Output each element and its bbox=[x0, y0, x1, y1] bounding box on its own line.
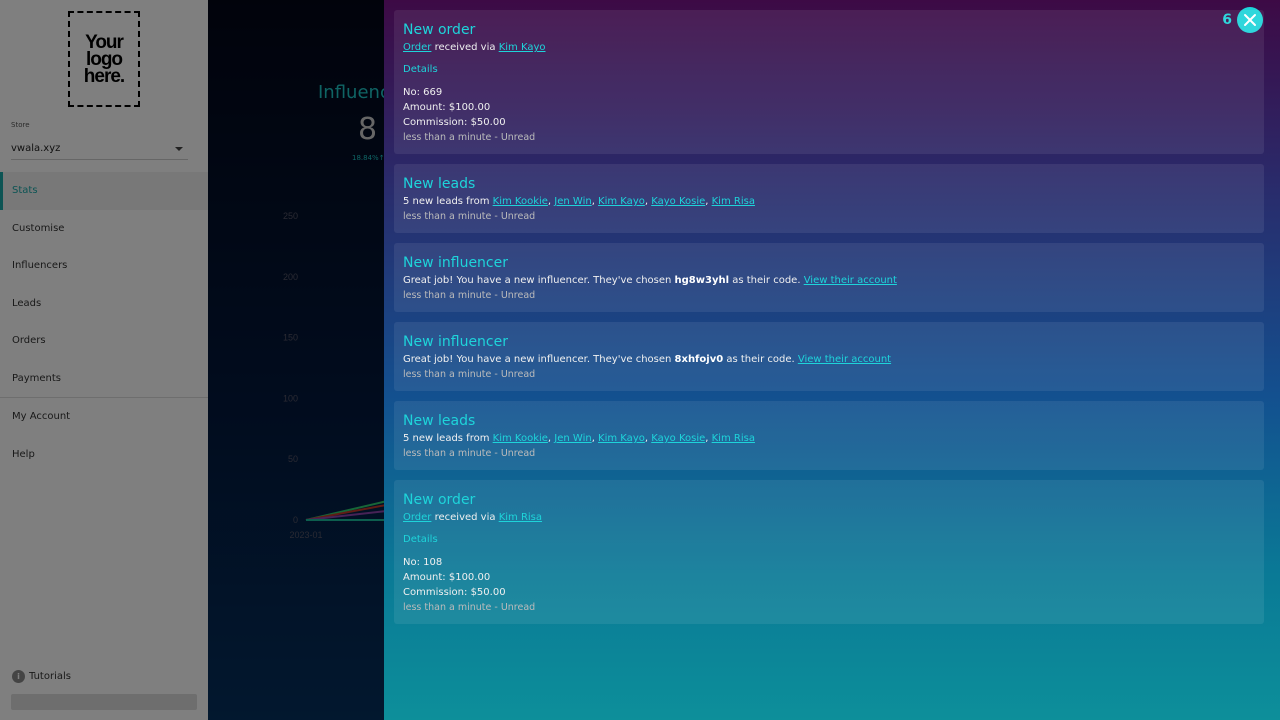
sidebar-item-label: Leads bbox=[12, 297, 42, 309]
sidebar-item-customise[interactable]: Customise bbox=[0, 210, 208, 248]
notification-text: 5 new leads from bbox=[403, 196, 493, 207]
sidebar-item-help[interactable]: Help bbox=[0, 436, 208, 474]
sidebar-item-my-account[interactable]: My Account bbox=[0, 398, 208, 436]
sidebar-item-payments[interactable]: Payments bbox=[0, 360, 208, 398]
notification-title: New influencer bbox=[403, 334, 508, 350]
y-tick-label: 100 bbox=[283, 393, 298, 403]
stat-delta: 18.84%↑ bbox=[352, 154, 385, 162]
lead-link[interactable]: Kim Kayo bbox=[598, 196, 645, 207]
sidebar-item-label: Customise bbox=[12, 222, 65, 234]
notification-text: as their code. bbox=[729, 275, 804, 286]
notification-title: New order bbox=[403, 492, 476, 508]
notification-meta: less than a minute - Unread bbox=[403, 602, 536, 613]
lead-link[interactable]: Kim Risa bbox=[712, 433, 755, 444]
notification-body: 5 new leads from Kim Kookie, Jen Win, Ki… bbox=[403, 433, 755, 444]
notification-meta: less than a minute - Unread bbox=[403, 211, 536, 222]
lead-link[interactable]: Kim Kookie bbox=[493, 196, 548, 207]
sidebar-item-leads[interactable]: Leads bbox=[0, 285, 208, 323]
notification-body: Order received via Kim Risa bbox=[403, 510, 1255, 525]
y-tick-label: 0 bbox=[293, 515, 298, 525]
notification-new-leads: New leads 5 new leads from Kim Kookie, J… bbox=[394, 401, 1264, 470]
lead-link[interactable]: Jen Win bbox=[554, 196, 591, 207]
influencer-link[interactable]: Kim Risa bbox=[499, 512, 542, 523]
notification-title: New order bbox=[403, 22, 476, 38]
notification-body: Great job! You have a new influencer. Th… bbox=[403, 273, 1255, 288]
sidebar-item-label: Payments bbox=[12, 372, 61, 384]
notification-body: Order received via Kim Kayo bbox=[403, 40, 1255, 55]
sidebar-nav: Stats Customise Influencers Leads Orders… bbox=[0, 172, 208, 473]
lead-link[interactable]: Kayo Kosie bbox=[651, 433, 705, 444]
notification-meta: less than a minute - Unread bbox=[403, 132, 536, 143]
notification-text: 5 new leads from bbox=[403, 433, 493, 444]
influencer-link[interactable]: Kim Kayo bbox=[499, 42, 546, 53]
y-tick-label: 150 bbox=[283, 333, 298, 343]
order-commission: Commission: $50.00 bbox=[403, 117, 506, 128]
order-amount: Amount: $100.00 bbox=[403, 572, 491, 583]
sidebar-item-stats[interactable]: Stats bbox=[0, 172, 208, 210]
sidebar-item-label: Stats bbox=[12, 185, 38, 197]
lead-link[interactable]: Jen Win bbox=[554, 433, 591, 444]
notifications-panel: 6 New order Order received via Kim Kayo … bbox=[384, 0, 1280, 720]
notification-title: New leads bbox=[403, 413, 476, 429]
chevron-down-icon bbox=[175, 147, 183, 151]
influencer-code: 8xhfojv0 bbox=[674, 354, 724, 365]
notification-title: New influencer bbox=[403, 255, 508, 271]
notification-new-influencer: New influencer Great job! You have a new… bbox=[394, 243, 1264, 312]
info-icon: i bbox=[12, 670, 25, 683]
lead-link[interactable]: Kim Risa bbox=[712, 196, 755, 207]
sidebar: Your logo here. Store vwala.xyz Stats Cu… bbox=[0, 0, 208, 720]
sidebar-item-label: Help bbox=[12, 448, 35, 460]
notification-new-order: New order Order received via Kim Kayo De… bbox=[394, 10, 1264, 154]
sidebar-item-label: Influencers bbox=[12, 260, 68, 272]
y-tick-label: 250 bbox=[283, 211, 298, 221]
tutorials-label: Tutorials bbox=[29, 671, 71, 682]
notification-new-leads: New leads 5 new leads from Kim Kookie, J… bbox=[394, 164, 1264, 233]
details-label: Details bbox=[403, 64, 438, 75]
logo-text: Your logo here. bbox=[83, 31, 125, 87]
notification-body: 5 new leads from Kim Kookie, Jen Win, Ki… bbox=[403, 196, 755, 207]
y-tick-label: 50 bbox=[288, 454, 298, 464]
y-tick-label: 200 bbox=[283, 272, 298, 282]
sidebar-item-influencers[interactable]: Influencers bbox=[0, 247, 208, 285]
notification-text: received via bbox=[431, 42, 499, 53]
order-commission: Commission: $50.00 bbox=[403, 587, 506, 598]
tutorials-link[interactable]: i Tutorials bbox=[12, 670, 71, 683]
order-link[interactable]: Order bbox=[403, 512, 431, 523]
notification-new-order: New order Order received via Kim Risa De… bbox=[394, 480, 1264, 624]
lead-link[interactable]: Kim Kookie bbox=[493, 433, 548, 444]
notification-title: New leads bbox=[403, 176, 476, 192]
lead-link[interactable]: Kim Kayo bbox=[598, 433, 645, 444]
view-account-link[interactable]: View their account bbox=[804, 275, 897, 286]
notification-text: received via bbox=[431, 512, 499, 523]
stat-value: 8 bbox=[358, 112, 378, 147]
chart-svg: 250 200 150 100 50 0 2023-01 bbox=[283, 211, 437, 540]
store-select[interactable]: vwala.xyz bbox=[11, 138, 188, 160]
x-tick-label: 2023-01 bbox=[289, 530, 322, 540]
order-number: No: 669 bbox=[403, 87, 443, 98]
store-label: Store bbox=[11, 121, 30, 129]
notification-new-influencer: New influencer Great job! You have a new… bbox=[394, 322, 1264, 391]
lead-link[interactable]: Kayo Kosie bbox=[651, 196, 705, 207]
store-value: vwala.xyz bbox=[11, 143, 61, 154]
view-account-link[interactable]: View their account bbox=[798, 354, 891, 365]
line-chart: 250 200 150 100 50 0 2023-01 bbox=[268, 200, 437, 550]
notification-meta: less than a minute - Unread bbox=[403, 448, 536, 459]
order-number: No: 108 bbox=[403, 557, 443, 568]
tutorials-progress-bar bbox=[11, 694, 197, 710]
sidebar-item-label: Orders bbox=[12, 335, 46, 347]
sidebar-item-orders[interactable]: Orders bbox=[0, 322, 208, 360]
details-label: Details bbox=[403, 534, 438, 545]
influencer-code: hg8w3yhl bbox=[674, 275, 730, 286]
notification-body: Great job! You have a new influencer. Th… bbox=[403, 352, 1255, 367]
notification-list: New order Order received via Kim Kayo De… bbox=[394, 10, 1264, 634]
logo-placeholder: Your logo here. bbox=[68, 11, 140, 107]
order-link[interactable]: Order bbox=[403, 42, 431, 53]
notification-text: Great job! You have a new influencer. Th… bbox=[403, 275, 675, 286]
notification-text: as their code. bbox=[723, 354, 798, 365]
order-amount: Amount: $100.00 bbox=[403, 102, 491, 113]
notification-text: Great job! You have a new influencer. Th… bbox=[403, 354, 675, 365]
notification-meta: less than a minute - Unread bbox=[403, 369, 536, 380]
sidebar-item-label: My Account bbox=[12, 411, 71, 423]
notification-meta: less than a minute - Unread bbox=[403, 290, 536, 301]
